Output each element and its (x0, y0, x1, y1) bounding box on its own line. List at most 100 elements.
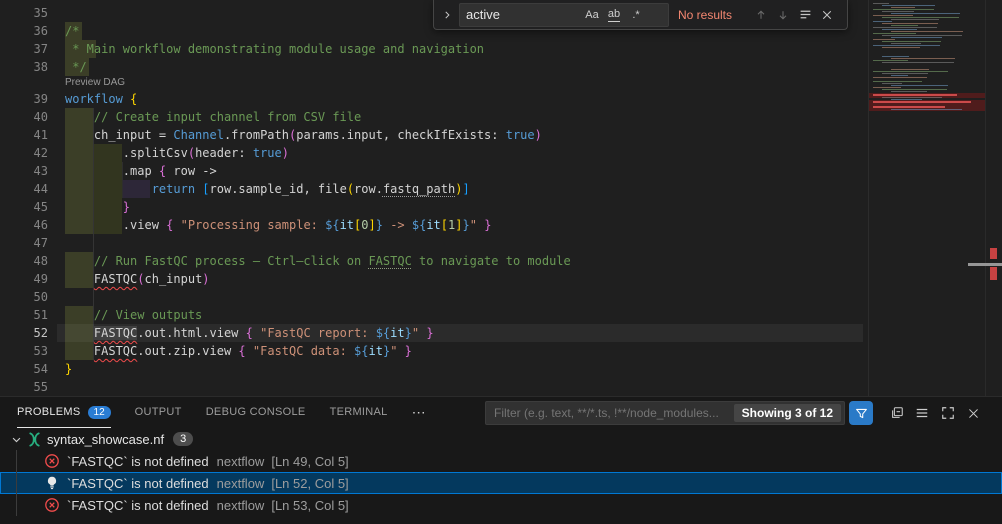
problem-row[interactable]: `FASTQC` is not defined nextflow [Ln 49, C… (0, 450, 1002, 472)
problem-position: [Ln 52, Col 5] (271, 476, 348, 491)
line-number: 35 (0, 4, 48, 22)
regex-icon[interactable]: .* (625, 5, 647, 25)
tab-problems[interactable]: PROBLEMS12 (17, 397, 111, 428)
minimap-line (891, 19, 939, 20)
code-editor[interactable]: 3536/*37 * Main workflow demonstrating m… (0, 0, 1002, 396)
minimap[interactable] (868, 0, 985, 396)
code-line[interactable]: 46 .view { "Processing sample: ${it[0]} … (0, 216, 1002, 234)
whole-word-icon[interactable]: ab (603, 5, 625, 25)
close-find-button[interactable] (816, 4, 838, 26)
close-panel-button[interactable] (962, 402, 984, 424)
code-line[interactable]: 38 */ (0, 58, 1002, 76)
minimap-line (891, 99, 922, 100)
line-number: 49 (0, 270, 48, 288)
find-in-selection-icon[interactable] (794, 4, 816, 26)
line-number: 52 (0, 324, 48, 342)
problems-filter-input[interactable] (486, 406, 734, 420)
line-number: 37 (0, 40, 48, 58)
code-line[interactable]: 43 .map { row -> (0, 162, 1002, 180)
line-content: .map { row -> (65, 162, 217, 180)
problem-position: [Ln 49, Col 5] (271, 454, 348, 469)
tab-terminal[interactable]: TERMINAL (330, 397, 388, 428)
minimap-line (882, 89, 947, 90)
code-line[interactable]: 55 (0, 378, 1002, 396)
find-results-count: No results (678, 8, 750, 22)
tab-more-actions[interactable]: ⋯ (412, 397, 426, 428)
ruler-error-mark (990, 248, 997, 259)
line-content: .view { "Processing sample: ${it[0]} -> … (65, 216, 491, 234)
code-line[interactable]: 54} (0, 360, 1002, 378)
code-line[interactable]: 44 return [row.sample_id, file(row.fastq… (0, 180, 1002, 198)
minimap-line (891, 13, 960, 14)
lightbulb-icon (44, 475, 60, 491)
line-content: * Main workflow demonstrating module usa… (65, 40, 484, 58)
problem-row[interactable]: `FASTQC` is not definednextflow[Ln 52, C… (0, 472, 1002, 494)
match-case-icon[interactable]: Aa (581, 5, 603, 25)
minimap-line (882, 17, 959, 18)
line-number: 45 (0, 198, 48, 216)
minimap-line (873, 77, 927, 78)
minimap-line (873, 21, 892, 22)
line-content: .splitCsv(header: true) (65, 144, 289, 162)
minimap-line (891, 85, 948, 86)
vscode-window: 3536/*37 * Main workflow demonstrating m… (0, 0, 1002, 524)
find-toggle-chevron-icon[interactable] (439, 4, 455, 26)
ruler-error-mark (990, 267, 997, 280)
code-line[interactable]: 37 * Main workflow demonstrating module … (0, 40, 1002, 58)
codelens-preview-dag[interactable]: Preview DAG (0, 76, 1002, 90)
next-match-button[interactable] (772, 4, 794, 26)
code-line[interactable]: 45 } (0, 198, 1002, 216)
tab-output[interactable]: OUTPUT (135, 397, 182, 428)
line-content: // Create input channel from CSV file (65, 108, 361, 126)
line-number: 48 (0, 252, 48, 270)
view-as-table-button[interactable] (911, 402, 933, 424)
code-line[interactable]: 42 .splitCsv(header: true) (0, 144, 1002, 162)
minimap-line (873, 60, 908, 61)
previous-match-button[interactable] (750, 4, 772, 26)
code-line[interactable]: 48 // Run FastQC process – Ctrl–click on… (0, 252, 1002, 270)
ruler-cursor-mark (968, 263, 1002, 266)
problem-row[interactable]: `FASTQC` is not definednextflow[Ln 53, C… (0, 494, 1002, 516)
code-line[interactable]: 49 FASTQC(ch_input) (0, 270, 1002, 288)
tab-debug-console[interactable]: DEBUG CONSOLE (206, 397, 306, 428)
line-number: 50 (0, 288, 48, 306)
code-line[interactable]: 51 // View outputs (0, 306, 1002, 324)
problem-message: `FASTQC` is not defined (67, 454, 209, 469)
minimap-line (873, 9, 934, 10)
tree-indent-guide (16, 450, 17, 516)
minimap-line (873, 27, 937, 28)
problems-list: `FASTQC` is not defined nextflow [Ln 49, C… (0, 450, 1002, 516)
chevron-down-icon[interactable] (8, 431, 24, 447)
line-content: FASTQC(ch_input) (65, 270, 210, 288)
problems-file-row[interactable]: syntax_showcase.nf 3 (0, 428, 1002, 450)
filter-funnel-icon[interactable] (849, 401, 873, 425)
line-number: 47 (0, 234, 48, 252)
minimap-line (873, 87, 901, 88)
line-content: } (65, 198, 130, 216)
minimap-line (882, 47, 920, 48)
line-number: 55 (0, 378, 48, 396)
collapse-all-button[interactable] (886, 402, 908, 424)
minimap-error-line (873, 101, 971, 103)
code-line[interactable]: 47 (0, 234, 1002, 252)
minimap-line (873, 15, 913, 16)
minimap-line (873, 45, 940, 46)
minimap-line (873, 3, 889, 4)
code-line[interactable]: 41 ch_input = Channel.fromPath(params.in… (0, 126, 1002, 144)
line-content: // View outputs (65, 306, 202, 324)
code-line[interactable]: 52 FASTQC.out.html.view { "FastQC report… (0, 324, 1002, 342)
file-problem-count-badge: 3 (173, 432, 193, 446)
minimap-line (882, 97, 942, 98)
find-input[interactable] (466, 7, 581, 22)
code-line[interactable]: 53 FASTQC.out.zip.view { "FastQC data: $… (0, 342, 1002, 360)
problem-source: nextflow (217, 454, 265, 469)
minimap-line (873, 71, 948, 72)
line-number: 40 (0, 108, 48, 126)
nextflow-file-icon (27, 432, 42, 447)
code-line[interactable]: 39workflow { (0, 90, 1002, 108)
overview-ruler[interactable] (985, 0, 1002, 396)
code-line[interactable]: 50 (0, 288, 1002, 306)
maximize-panel-button[interactable] (937, 402, 959, 424)
code-line[interactable]: 40 // Create input channel from CSV file (0, 108, 1002, 126)
line-content: FASTQC.out.zip.view { "FastQC data: ${it… (65, 342, 412, 360)
